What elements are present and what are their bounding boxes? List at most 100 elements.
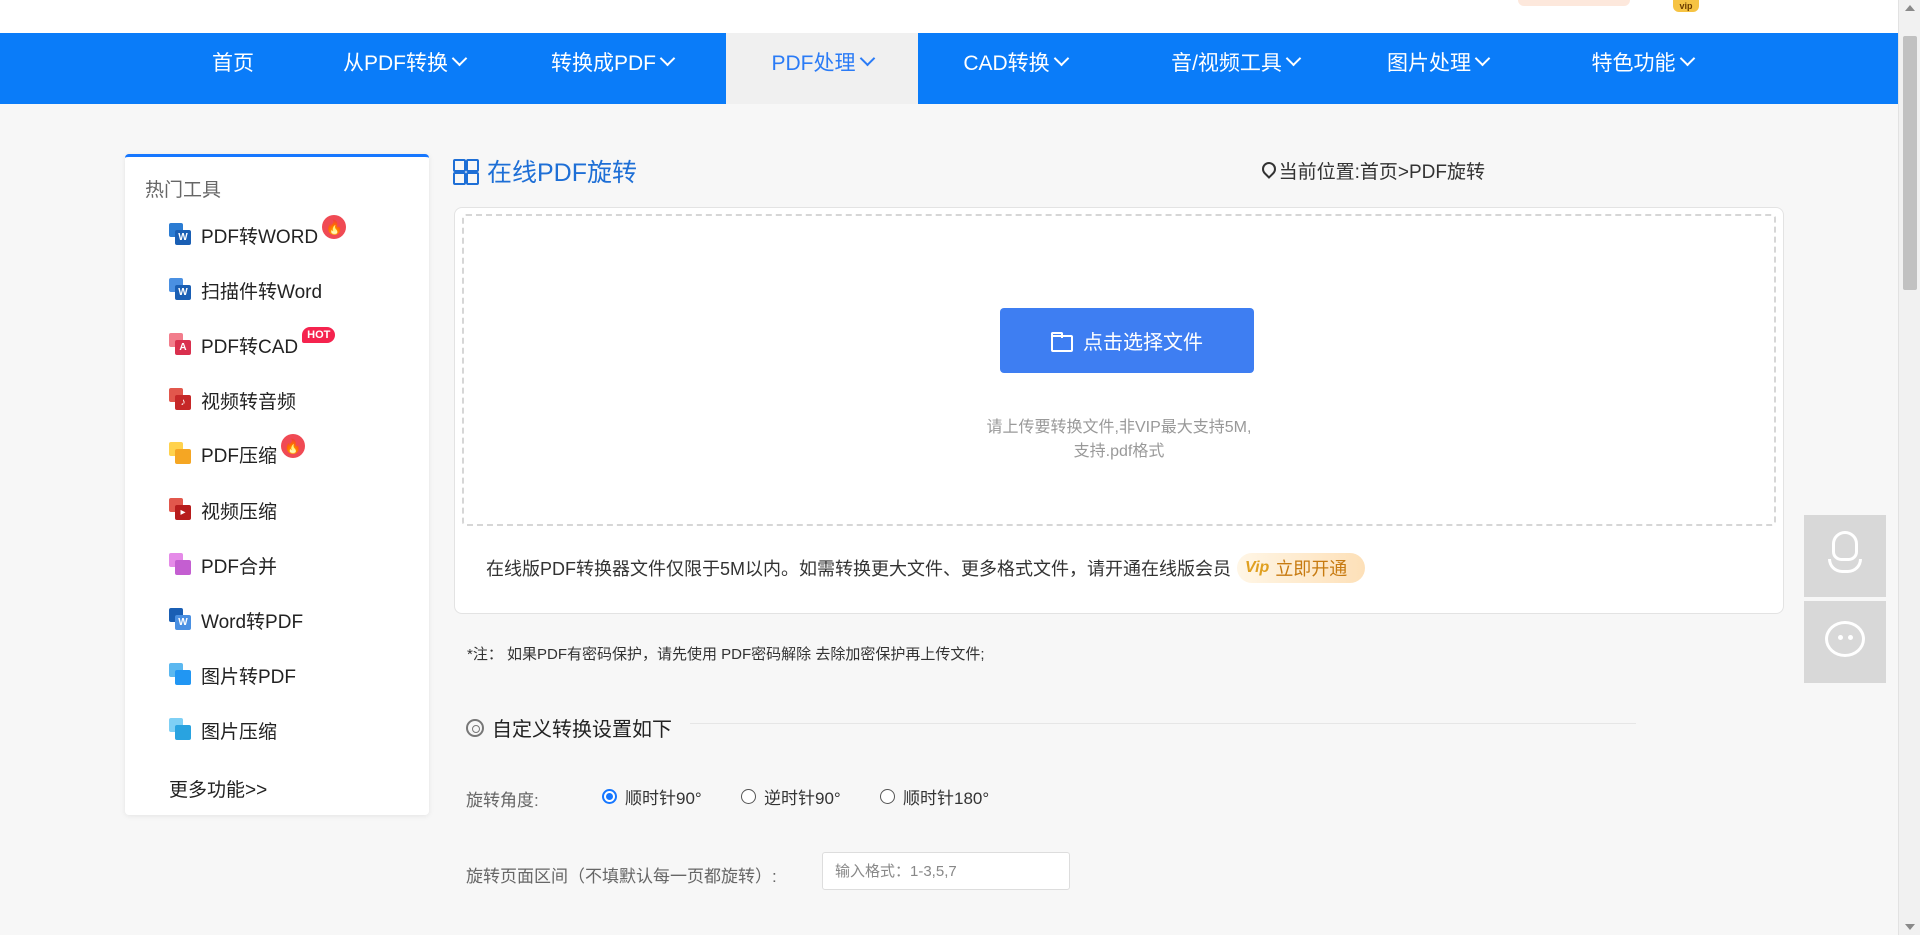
chevron-down-icon	[1053, 50, 1069, 67]
sidebar-item-label: PDF转WORD	[201, 226, 319, 248]
pdf-to-word-icon: W	[169, 223, 193, 247]
open-vip-label: 立即开通	[1275, 559, 1348, 579]
nav-label: 首页	[212, 52, 254, 75]
page-range-input[interactable]	[822, 852, 1070, 890]
fire-badge-icon: 🔥	[322, 215, 347, 239]
nav-item-to-pdf[interactable]: 转换成PDF	[532, 33, 692, 104]
upload-hint-line2: 支持.pdf格式	[1073, 443, 1165, 460]
radio-label: 顺时针180°	[903, 789, 990, 808]
folder-upload-icon	[1051, 331, 1073, 352]
nav-label: 音/视频工具	[1171, 52, 1282, 75]
page-title: 在线PDF旋转	[453, 153, 637, 189]
fire-badge-icon: 🔥	[281, 434, 306, 458]
radio-dot[interactable]	[741, 789, 756, 804]
sidebar-item-label: 视频转音频	[201, 391, 297, 413]
chevron-down-icon	[1679, 50, 1695, 67]
select-file-label: 点击选择文件	[1083, 332, 1203, 354]
scan-to-word-icon: W	[169, 278, 193, 302]
file-dropzone[interactable]: 点击选择文件 请上传要转换文件,非VIP最大支持5M, 支持.pdf格式	[462, 214, 1776, 526]
sidebar-item-word-to-pdf[interactable]: W Word转PDF	[169, 605, 303, 635]
chat-bubble-icon	[1825, 621, 1865, 657]
sidebar-item-label: 视频压缩	[201, 501, 278, 523]
select-file-button[interactable]: 点击选择文件	[1000, 308, 1254, 373]
password-note: *注： 如果PDF有密码保护，请先使用 PDF密码解除 去除加密保护再上传文件;	[467, 646, 985, 663]
top-promo-strip	[1518, 0, 1630, 6]
sidebar-item-image-compress[interactable]: 图片压缩	[169, 715, 277, 745]
sidebar-item-label: 扫描件转Word	[201, 281, 323, 303]
vip-note: 在线版PDF转换器文件仅限于5M以内。如需转换更大文件、更多格式文件，请开通在线…	[486, 553, 1366, 583]
open-vip-button[interactable]: Vip 立即开通	[1237, 553, 1366, 583]
scroll-up-icon[interactable]	[1905, 5, 1915, 11]
nav-item-audio-video[interactable]: 音/视频工具	[1145, 33, 1325, 104]
sidebar-item-scan-to-word[interactable]: W 扫描件转Word	[169, 275, 322, 305]
sidebar-item-label: PDF压缩	[201, 445, 278, 467]
nav-item-features[interactable]: 特色功能	[1572, 33, 1712, 104]
sidebar-heading: 热门工具	[145, 180, 222, 201]
sidebar-item-label: PDF合并	[201, 556, 278, 578]
sidebar-item-label: 图片压缩	[201, 721, 278, 743]
sidebar-item-pdf-merge[interactable]: PDF合并	[169, 550, 277, 580]
word-to-pdf-icon: W	[169, 608, 193, 632]
radio-clockwise-180[interactable]: 顺时针180°	[880, 784, 989, 809]
page-scrollbar[interactable]	[1898, 0, 1920, 935]
breadcrumb-text[interactable]: 当前位置:首页>PDF旋转	[1279, 157, 1485, 184]
video-compress-icon: ▸	[169, 498, 193, 522]
qq-contact-button[interactable]	[1804, 515, 1886, 597]
wechat-contact-button[interactable]	[1804, 601, 1886, 683]
sidebar-item-label: 图片转PDF	[201, 666, 297, 688]
upload-card: 点击选择文件 请上传要转换文件,非VIP最大支持5M, 支持.pdf格式 在线版…	[454, 207, 1784, 614]
nav-label: CAD转换	[963, 52, 1050, 75]
more-features-link[interactable]: 更多功能>>	[169, 775, 267, 802]
chevron-down-icon	[859, 50, 875, 67]
page-range-label: 旋转页面区间（不填默认每一页都旋转）:	[466, 867, 777, 886]
hot-badge: HOT	[302, 327, 336, 343]
sidebar-item-video-compress[interactable]: ▸ 视频压缩	[169, 495, 277, 525]
gear-icon	[466, 718, 484, 737]
pdf-to-cad-icon: A	[169, 333, 193, 357]
sidebar-item-pdf-to-word[interactable]: W PDF转WORD 🔥	[169, 215, 347, 250]
radio-clockwise-90[interactable]: 顺时针90°	[602, 784, 702, 809]
breadcrumb: 当前位置:首页>PDF旋转	[1258, 157, 1485, 184]
nav-item-image[interactable]: 图片处理	[1370, 33, 1505, 104]
nav-label: 转换成PDF	[551, 52, 656, 75]
chevron-down-icon	[451, 50, 468, 67]
chevron-down-icon	[1285, 50, 1302, 67]
upload-hint-line1: 请上传要转换文件,非VIP最大支持5M,	[986, 419, 1252, 436]
sidebar-item-pdf-compress[interactable]: PDF压缩 🔥	[169, 434, 306, 469]
nav-item-pdf-processing[interactable]: PDF处理	[726, 33, 918, 104]
top-strip: vip	[0, 0, 1898, 34]
vip-note-text: 在线版PDF转换器文件仅限于5M以内。如需转换更大文件、更多格式文件，请开通在线…	[486, 559, 1232, 579]
sidebar-item-video-to-audio[interactable]: ♪ 视频转音频	[169, 385, 296, 415]
sidebar-item-image-to-pdf[interactable]: 图片转PDF	[169, 660, 296, 690]
main-nav: 首页 从PDF转换 转换成PDF PDF处理 CAD转换 音/视频工具 图片处理…	[0, 33, 1898, 104]
nav-item-cad[interactable]: CAD转换	[940, 33, 1090, 104]
video-to-audio-icon: ♪	[169, 388, 193, 412]
radio-dot[interactable]	[602, 789, 617, 804]
hot-tools-sidebar: 热门工具 W PDF转WORD 🔥 W 扫描件转Word A PDF转CAD H…	[125, 154, 429, 815]
pdf-merge-icon	[169, 553, 193, 577]
grid-icon	[453, 159, 479, 185]
settings-divider	[690, 723, 1636, 724]
nav-item-home[interactable]: 首页	[193, 33, 273, 104]
radio-label: 逆时针90°	[764, 789, 841, 808]
settings-title: 自定义转换设置如下	[466, 713, 672, 742]
sidebar-item-label: PDF转CAD	[201, 336, 299, 358]
nav-label: PDF处理	[771, 52, 856, 75]
sidebar-item-pdf-to-cad[interactable]: A PDF转CAD HOT	[169, 327, 336, 360]
page-title-text: 在线PDF旋转	[487, 159, 638, 187]
radio-counterclockwise-90[interactable]: 逆时针90°	[741, 784, 841, 809]
image-compress-icon	[169, 718, 193, 742]
chevron-down-icon	[1474, 50, 1491, 67]
pdf-compress-icon	[169, 442, 193, 466]
qq-icon	[1826, 531, 1864, 579]
scrollbar-thumb[interactable]	[1903, 36, 1917, 290]
nav-label: 从PDF转换	[343, 52, 448, 75]
vip-badge[interactable]: vip	[1673, 0, 1699, 12]
vip-icon: Vip	[1245, 559, 1270, 576]
nav-label: 特色功能	[1591, 52, 1676, 75]
scroll-down-icon[interactable]	[1905, 924, 1915, 930]
rotation-angle-label: 旋转角度:	[466, 791, 539, 810]
nav-item-from-pdf[interactable]: 从PDF转换	[324, 33, 484, 104]
radio-dot[interactable]	[880, 789, 895, 804]
settings-title-text: 自定义转换设置如下	[492, 719, 672, 741]
